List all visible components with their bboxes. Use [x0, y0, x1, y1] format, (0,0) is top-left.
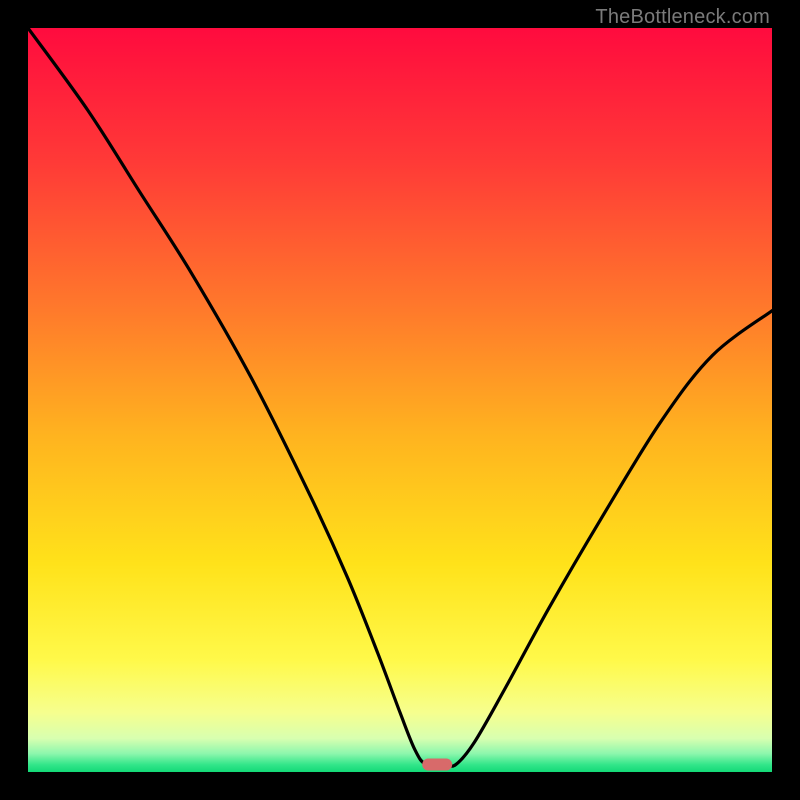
plot-area [28, 28, 772, 772]
optimal-marker [422, 759, 452, 771]
watermark-text: TheBottleneck.com [595, 6, 770, 29]
gradient-background [28, 28, 772, 772]
chart-frame: TheBottleneck.com [0, 0, 800, 800]
bottleneck-chart [28, 28, 772, 772]
